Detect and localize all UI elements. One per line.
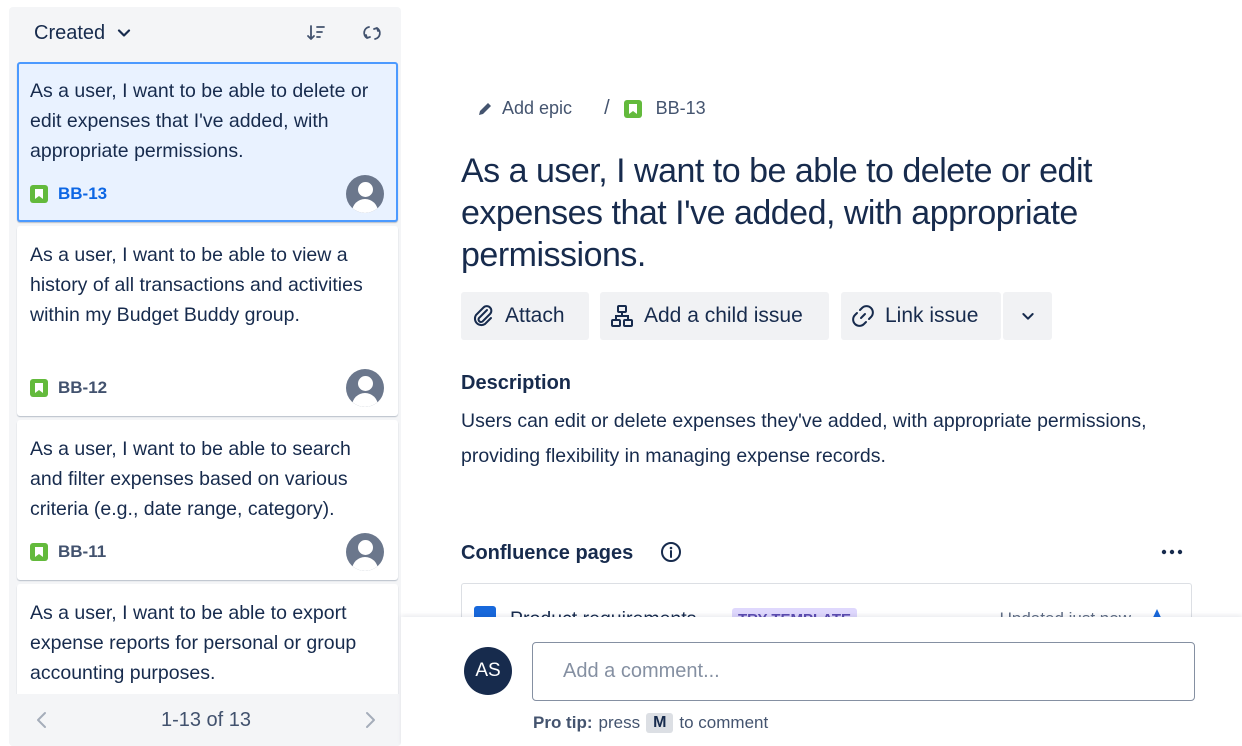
attach-label: Attach bbox=[505, 304, 565, 327]
more-options-button[interactable] bbox=[1158, 540, 1186, 564]
pro-tip-rest: to comment bbox=[679, 713, 769, 732]
card-title: As a user, I want to be able to export e… bbox=[30, 602, 357, 684]
prev-page-button[interactable] bbox=[31, 709, 53, 731]
add-epic-link[interactable]: Add epic bbox=[476, 98, 572, 119]
issue-card-bb-12[interactable]: As a user, I want to be able to view a h… bbox=[17, 226, 398, 416]
add-child-label: Add a child issue bbox=[644, 304, 803, 327]
description-heading: Description bbox=[461, 372, 572, 394]
pagination: 1-13 of 13 bbox=[9, 694, 401, 746]
more-horizontal-icon bbox=[1161, 549, 1183, 555]
pro-tip: Pro tip: press M to comment bbox=[533, 713, 768, 733]
confluence-heading: Confluence pages bbox=[461, 542, 634, 564]
paperclip-icon bbox=[473, 305, 493, 327]
link-issue-label: Link issue bbox=[885, 304, 979, 327]
breadcrumb-issue-key: BB-13 bbox=[655, 98, 706, 118]
sort-dropdown[interactable]: Created bbox=[34, 22, 131, 45]
pagination-text: 1-13 of 13 bbox=[160, 708, 252, 731]
chevron-right-icon bbox=[365, 712, 375, 728]
assignee-avatar-icon bbox=[346, 369, 384, 407]
description-text[interactable]: Users can edit or delete expenses they'v… bbox=[461, 404, 1161, 474]
pro-tip-label: Pro tip: bbox=[533, 713, 593, 732]
more-actions-dropdown[interactable] bbox=[1003, 292, 1052, 340]
refresh-button[interactable] bbox=[359, 20, 385, 46]
card-title: As a user, I want to be able to view a h… bbox=[30, 244, 363, 326]
sort-order-button[interactable] bbox=[303, 20, 329, 46]
pencil-icon bbox=[479, 102, 491, 115]
link-icon bbox=[852, 305, 874, 327]
assignee-avatar-icon bbox=[346, 533, 384, 571]
breadcrumb: Add epic / BB-13 bbox=[476, 97, 706, 120]
card-key: BB-13 bbox=[58, 184, 108, 203]
chevron-down-icon bbox=[1021, 313, 1034, 320]
next-page-button[interactable] bbox=[359, 709, 381, 731]
issue-list-header: Created bbox=[9, 7, 401, 59]
user-avatar: AS bbox=[464, 647, 512, 695]
confluence-page-item[interactable]: Product requirements TRY TEMPLATE Update… bbox=[461, 583, 1192, 619]
story-icon bbox=[623, 99, 642, 118]
chevron-down-icon bbox=[118, 29, 131, 37]
sort-label: Created bbox=[34, 21, 106, 44]
assignee-avatar-icon bbox=[346, 175, 384, 213]
add-child-issue-button[interactable]: Add a child issue bbox=[600, 292, 829, 340]
issue-title[interactable]: As a user, I want to be able to delete o… bbox=[461, 150, 1161, 276]
card-title: As a user, I want to be able to delete o… bbox=[30, 80, 369, 162]
sort-descending-icon bbox=[307, 25, 325, 40]
add-epic-label: Add epic bbox=[502, 98, 573, 118]
breadcrumb-issue-link[interactable]: BB-13 bbox=[623, 98, 706, 119]
shortcut-key: M bbox=[646, 713, 674, 733]
link-issue-button[interactable]: Link issue bbox=[841, 292, 1001, 340]
issue-list-panel: Created As a user, I want to be able to … bbox=[9, 7, 401, 746]
refresh-icon bbox=[363, 26, 381, 40]
issue-card-bb-13[interactable]: As a user, I want to be able to delete o… bbox=[17, 62, 398, 222]
hierarchy-icon bbox=[611, 305, 633, 327]
chevron-left-icon bbox=[37, 712, 46, 728]
story-icon bbox=[30, 185, 48, 203]
issue-card-bb-11[interactable]: As a user, I want to be able to search a… bbox=[17, 420, 398, 580]
story-icon bbox=[30, 543, 48, 561]
card-key: BB-12 bbox=[58, 378, 108, 397]
comment-input[interactable] bbox=[532, 642, 1195, 701]
story-icon bbox=[30, 379, 48, 397]
breadcrumb-separator: / bbox=[604, 97, 610, 119]
pro-tip-press: press bbox=[598, 713, 641, 732]
card-title: As a user, I want to be able to search a… bbox=[30, 438, 351, 520]
attach-button[interactable]: Attach bbox=[461, 292, 589, 340]
info-icon[interactable] bbox=[660, 541, 682, 563]
card-key: BB-11 bbox=[58, 542, 107, 561]
